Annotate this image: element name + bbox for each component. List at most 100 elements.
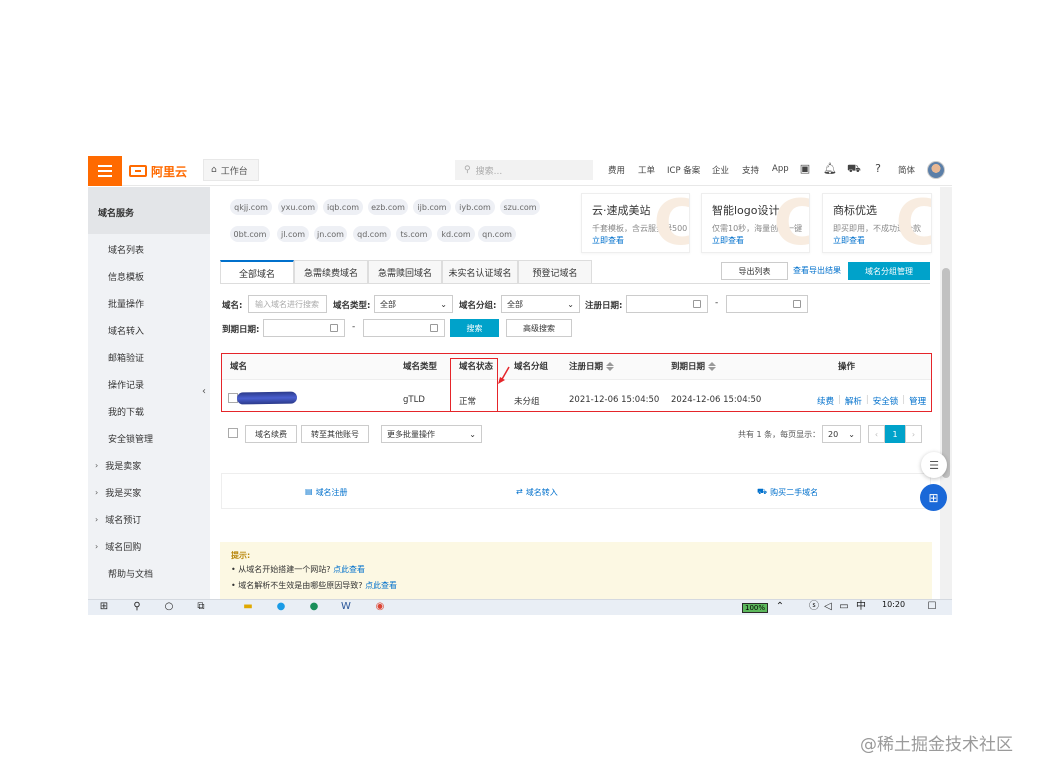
group-select[interactable]: 全部 ⌄: [501, 295, 580, 313]
cart-icon[interactable]: ⛟: [847, 163, 861, 175]
transfer-domain-link[interactable]: ⇄ 域名转入: [516, 487, 558, 498]
suffix-chip[interactable]: jl.com: [277, 226, 309, 242]
sidebar-item-records[interactable]: 操作记录: [108, 378, 144, 391]
suffix-chip[interactable]: qkjj.com: [230, 199, 272, 215]
register-domain-link[interactable]: ▤ 域名注册: [305, 487, 348, 498]
prev-page-button[interactable]: ‹: [868, 425, 885, 443]
workbench-button[interactable]: ⌂ 工作台: [203, 159, 259, 181]
search-input[interactable]: ⚲ 搜索...: [455, 160, 593, 180]
type-select[interactable]: 全部 ⌄: [374, 295, 453, 313]
tab-all-domains[interactable]: 全部域名: [220, 260, 294, 284]
suffix-chip[interactable]: kd.com: [437, 226, 475, 242]
type-filter-label: 域名类型:: [333, 301, 371, 311]
nav-fees[interactable]: 费用: [608, 164, 625, 176]
tips-title: 提示:: [231, 551, 251, 560]
tab-preregistered[interactable]: 预登记域名: [518, 260, 592, 284]
sidebar-item-security-lock[interactable]: 安全锁管理: [108, 432, 153, 445]
taskbar-clock[interactable]: 10:20: [882, 600, 905, 609]
help-icon[interactable]: ?: [872, 163, 884, 175]
suffix-chip[interactable]: szu.com: [500, 199, 540, 215]
domain-search-input[interactable]: 输入域名进行搜索: [248, 295, 327, 313]
search-button[interactable]: 搜索: [450, 319, 499, 337]
scrollbar-thumb[interactable]: [942, 268, 950, 478]
buy-used-domain-link[interactable]: ⛟ 购买二手域名: [757, 487, 818, 498]
nav-support[interactable]: 支持: [742, 164, 759, 176]
suffix-chip[interactable]: jn.com: [314, 226, 347, 242]
volume-icon[interactable]: ◁: [822, 601, 834, 613]
aliyun-logo[interactable]: 阿里云: [129, 162, 187, 180]
promo-card-trademark[interactable]: C 商标优选 即买即用，不成功退全款 立即查看: [822, 193, 932, 253]
search-icon[interactable]: ⚲: [131, 601, 143, 613]
sidebar-item-help[interactable]: 帮助与文档: [108, 567, 153, 580]
suffix-chip[interactable]: ts.com: [396, 226, 432, 242]
tab-urgent-redeem[interactable]: 急需赎回域名: [368, 260, 442, 284]
input-language[interactable]: 中: [855, 601, 867, 613]
suffix-chip[interactable]: qd.com: [353, 226, 391, 242]
suffix-chip[interactable]: iqb.com: [323, 199, 363, 215]
view-export-link[interactable]: 查看导出结果: [793, 265, 841, 276]
bulk-more-select[interactable]: 更多批量操作 ⌄: [381, 425, 482, 443]
chevron-up-icon[interactable]: ⌃: [774, 601, 786, 613]
bell-icon[interactable]: 🔔︎: [823, 163, 837, 175]
suffix-chip[interactable]: 0bt.com: [230, 226, 270, 242]
sidebar-item-downloads[interactable]: 我的下载: [108, 405, 144, 418]
sidebar-group-reserve[interactable]: › 域名预订: [95, 513, 141, 526]
app-icon[interactable]: ●: [275, 601, 287, 613]
battery-indicator[interactable]: 100%: [742, 603, 768, 613]
chrome-icon[interactable]: ◉: [374, 601, 386, 613]
reg-date-end[interactable]: [726, 295, 808, 313]
bulk-transfer-button[interactable]: 转至其他账号: [301, 425, 369, 443]
sidebar-item-templates[interactable]: 信息模板: [108, 270, 144, 283]
chat-icon[interactable]: ☰: [921, 452, 947, 478]
menu-icon[interactable]: [88, 156, 122, 186]
sidebar-item-email-verify[interactable]: 邮箱验证: [108, 351, 144, 364]
terminal-icon[interactable]: ▣: [799, 163, 811, 175]
apps-grid-icon[interactable]: ⊞: [920, 484, 947, 511]
promo-card-logo[interactable]: C 智能logo设计 仅需10秒，海量创意一键 立即查看: [701, 193, 810, 253]
exp-date-end[interactable]: [363, 319, 445, 337]
network-icon[interactable]: ▭: [838, 601, 850, 613]
windows-start-icon[interactable]: ⊞: [98, 601, 110, 613]
highlight-box-table: [221, 353, 932, 412]
file-explorer-icon[interactable]: ▬: [242, 601, 254, 613]
page-size-select[interactable]: 20 ⌄: [822, 425, 861, 443]
sidebar-item-domain-list[interactable]: 域名列表: [108, 243, 144, 256]
sidebar-collapse-icon[interactable]: ‹: [202, 386, 206, 397]
promo-card-website[interactable]: C 云·速成美站 千套模板，含云服务器500 立即查看: [581, 193, 690, 253]
nav-icp[interactable]: ICP 备案: [667, 164, 700, 176]
tab-unverified[interactable]: 未实名认证域名: [442, 260, 518, 284]
bulk-renew-button[interactable]: 域名续费: [245, 425, 297, 443]
suffix-chip[interactable]: yxu.com: [278, 199, 318, 215]
edge-icon[interactable]: ●: [308, 601, 320, 613]
avatar[interactable]: [927, 161, 945, 179]
word-icon[interactable]: W: [340, 601, 352, 613]
page-1-button[interactable]: 1: [885, 425, 905, 443]
sidebar-item-batch[interactable]: 批量操作: [108, 297, 144, 310]
nav-enterprise[interactable]: 企业: [712, 164, 729, 176]
sidebar-group-seller[interactable]: › 我是卖家: [95, 459, 141, 472]
cortana-icon[interactable]: ○: [163, 601, 175, 613]
sidebar-item-transfer-in[interactable]: 域名转入: [108, 324, 144, 337]
suffix-chip[interactable]: ezb.com: [368, 199, 408, 215]
select-all-checkbox[interactable]: [228, 428, 238, 438]
tip-link[interactable]: 点此查看: [333, 565, 365, 574]
nav-app[interactable]: App: [772, 164, 789, 174]
suffix-chip[interactable]: ijb.com: [413, 199, 451, 215]
exp-date-start[interactable]: [263, 319, 345, 337]
tab-urgent-renew[interactable]: 急需续费域名: [294, 260, 368, 284]
tip-link[interactable]: 点此查看: [365, 581, 397, 590]
group-manage-button[interactable]: 域名分组管理: [848, 262, 930, 280]
notification-icon[interactable]: ☐: [926, 601, 938, 613]
next-page-button[interactable]: ›: [905, 425, 922, 443]
advanced-search-button[interactable]: 高级搜索: [506, 319, 572, 337]
nav-tickets[interactable]: 工单: [638, 164, 655, 176]
task-view-icon[interactable]: ⧉: [195, 601, 207, 613]
suffix-chip[interactable]: qn.com: [478, 226, 516, 242]
suffix-chip[interactable]: iyb.com: [455, 199, 495, 215]
language-switch[interactable]: 简体: [898, 164, 915, 176]
sidebar-group-buyer[interactable]: › 我是买家: [95, 486, 141, 499]
reg-date-start[interactable]: [626, 295, 708, 313]
sidebar-group-buyback[interactable]: › 域名回购: [95, 540, 141, 553]
input-method-icon[interactable]: ⓢ: [808, 601, 820, 613]
export-list-button[interactable]: 导出列表: [721, 262, 788, 280]
